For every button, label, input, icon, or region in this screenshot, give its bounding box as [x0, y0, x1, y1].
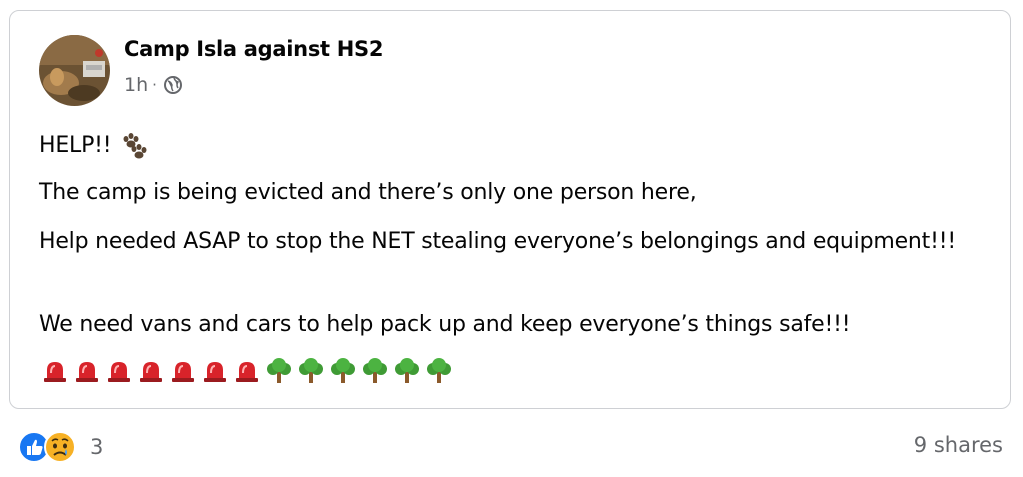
shares-count[interactable]: 9 shares — [914, 433, 1003, 457]
author-name[interactable]: Camp Isla against HS2 — [124, 37, 383, 61]
globe-icon[interactable] — [163, 75, 183, 95]
siren-icon — [140, 362, 162, 382]
help-text: HELP!! — [39, 133, 112, 158]
post-meta: 1h · — [124, 74, 183, 96]
tree-icon — [395, 358, 419, 383]
tree-icon — [267, 358, 291, 383]
post-card: Camp Isla against HS2 1h · HELP!! The ca… — [9, 10, 1011, 409]
tree-icon — [299, 358, 323, 383]
siren-icon — [236, 362, 258, 382]
emoji-row — [41, 357, 453, 385]
sad-icon — [44, 431, 76, 463]
siren-icon — [172, 362, 194, 382]
tree-icon — [427, 358, 451, 383]
tree-icon — [363, 358, 387, 383]
post-timestamp[interactable]: 1h — [124, 74, 148, 96]
author-avatar[interactable] — [39, 35, 110, 106]
post-line-help-needed: Help needed ASAP to stop the NET stealin… — [39, 229, 956, 254]
post-line-evicted: The camp is being evicted and there’s on… — [39, 180, 697, 205]
siren-icon — [44, 362, 66, 382]
post-line-vans: We need vans and cars to help pack up an… — [39, 312, 851, 337]
reaction-count[interactable]: 3 — [90, 435, 103, 459]
siren-icon — [204, 362, 226, 382]
reactions-summary[interactable]: 3 — [18, 431, 103, 463]
meta-separator: · — [152, 76, 157, 94]
siren-icon — [76, 362, 98, 382]
siren-icon — [108, 362, 130, 382]
paw-prints — [119, 131, 149, 161]
paw-prints-icon — [123, 133, 147, 159]
post-line-help: HELP!! — [39, 129, 989, 163]
tree-icon — [331, 358, 355, 383]
